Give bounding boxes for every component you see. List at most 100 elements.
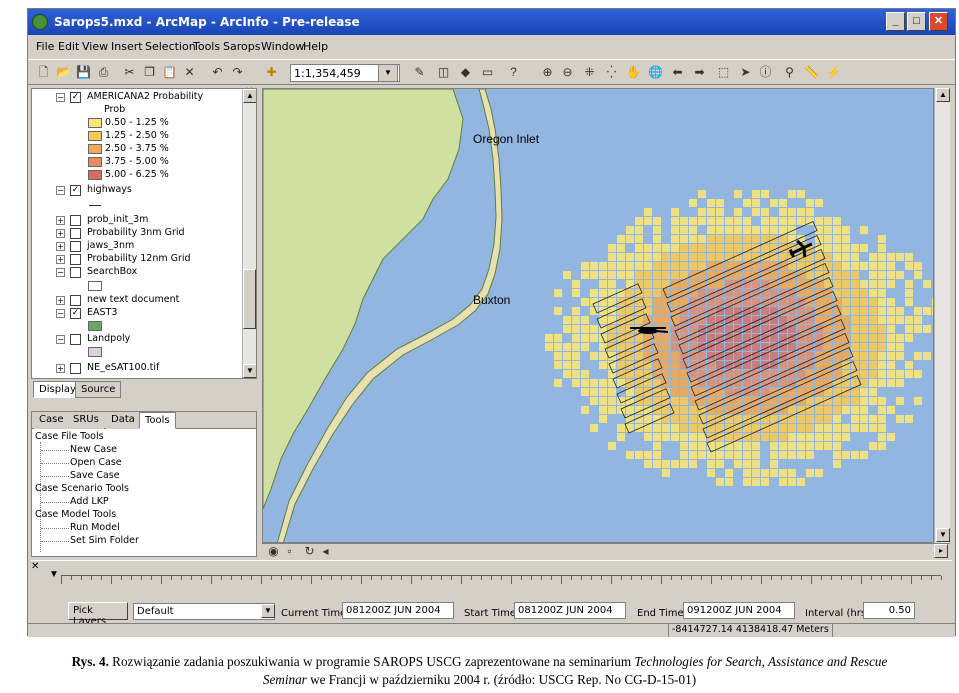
close-button[interactable]: ✕ [929,12,948,31]
editor-icon[interactable]: ✎ [412,65,427,80]
save-icon[interactable]: 💾 [76,65,91,80]
hyperlink-icon[interactable]: ⚡ [826,65,841,80]
select-elements-icon[interactable]: ⬚ [716,65,731,80]
paste-icon[interactable]: 📋 [162,65,177,80]
collapse-icon[interactable]: − [56,309,65,318]
maximize-button[interactable]: □ [907,12,926,31]
fixed-zoom-out-icon[interactable]: ⁛ [604,65,619,80]
whats-this-icon[interactable]: ? [506,65,521,80]
copy-icon[interactable]: ❐ [142,65,157,80]
tree-item-set-sim-folder[interactable]: Set Sim Folder [70,535,139,547]
timeline-close-icon[interactable]: ✕ [31,561,39,572]
tree-item-new-case[interactable]: New Case [70,444,117,456]
menu-file[interactable]: File [36,40,54,53]
add-data-icon[interactable]: ✚ [264,65,279,80]
scale-dropdown-icon[interactable]: ▼ [378,64,398,82]
timeline-handle-icon[interactable]: ▼ [49,569,59,580]
data-view-icon[interactable]: ◉ [266,544,281,559]
layer-set-dropdown-icon[interactable]: ▼ [261,604,275,618]
layer-checkbox[interactable] [70,215,81,226]
menu-view[interactable]: View [82,40,108,53]
pick-layers-button[interactable]: Pick Layers [68,602,128,627]
map-horizontal-scrollbar[interactable]: ◉ ▫ ↻ ◂ ▸ [262,543,950,559]
window-icon[interactable]: ▭ [480,65,495,80]
scroll-left-icon[interactable]: ◂ [318,544,333,559]
layer-checkbox[interactable] [70,241,81,252]
find-icon[interactable]: ⚲ [782,65,797,80]
expand-icon[interactable]: + [56,364,65,373]
minimize-button[interactable]: _ [886,12,905,31]
layer-checkbox[interactable]: ✓ [70,185,81,196]
cut-icon[interactable]: ✂ [122,65,137,80]
tree-group-case-model[interactable]: Case Model Tools [35,509,116,521]
full-extent-icon[interactable]: 🌐 [648,65,663,80]
time-slider-track[interactable] [61,575,942,585]
expand-icon[interactable]: + [56,296,65,305]
title-bar[interactable]: Sarops5.mxd - ArcMap - ArcInfo - Pre-rel… [28,9,955,35]
map-canvas[interactable]: Oregon Inlet Buxton [263,89,934,543]
tree-group-case-scenario[interactable]: Case Scenario Tools [35,483,129,495]
tab-source[interactable]: Source [75,381,122,398]
tab-tools[interactable]: Tools [139,412,176,429]
layer-checkbox[interactable] [70,363,81,374]
layer-checkbox[interactable] [70,267,81,278]
tree-item-save-case[interactable]: Save Case [70,470,120,482]
delete-icon[interactable]: ✕ [182,65,197,80]
scroll-down-icon[interactable]: ▼ [936,528,950,542]
collapse-icon[interactable]: − [56,268,65,277]
menu-tools[interactable]: Tools [193,40,220,53]
print-icon[interactable]: ⎙ [96,65,111,80]
scroll-up-icon[interactable]: ▲ [243,89,256,103]
select-icon[interactable]: ➤ [738,65,753,80]
expand-icon[interactable]: + [56,242,65,251]
menu-help[interactable]: Help [303,40,328,53]
layer-checkbox[interactable]: ✓ [70,92,81,103]
back-icon[interactable]: ⬅ [670,65,685,80]
tree-item-run-model[interactable]: Run Model [70,522,120,534]
measure-icon[interactable]: 📏 [804,65,819,80]
interval-field[interactable]: 0.50 [863,602,915,619]
time-slider-panel[interactable]: ✕ ▼ [31,560,952,596]
layer-checkbox[interactable] [70,334,81,345]
fixed-zoom-in-icon[interactable]: ⁜ [582,65,597,80]
redo-icon[interactable]: ↷ [230,65,245,80]
tree-item-add-lkp[interactable]: Add LKP [70,496,109,508]
tab-case[interactable]: Case [34,412,69,429]
toc-scrollbar[interactable]: ▲ ▼ [242,89,256,378]
menu-selection[interactable]: Selection [145,40,196,53]
undo-icon[interactable]: ↶ [210,65,225,80]
menu-window[interactable]: Window [261,40,304,53]
scroll-thumb[interactable] [243,269,256,329]
menu-edit[interactable]: Edit [58,40,79,53]
collapse-icon[interactable]: − [56,186,65,195]
collapse-icon[interactable]: − [56,335,65,344]
zoom-in-icon[interactable]: ⊕ [540,65,555,80]
menu-insert[interactable]: Insert [111,40,143,53]
identify-icon[interactable]: ⓘ [758,65,773,80]
layer-checkbox[interactable] [70,254,81,265]
layer-checkbox[interactable] [70,228,81,239]
tree-item-open-case[interactable]: Open Case [70,457,122,469]
start-time-field[interactable]: 081200Z JUN 2004 [514,602,626,619]
layer-set-select[interactable]: Default [133,603,275,620]
scroll-up-icon[interactable]: ▲ [936,88,950,102]
end-time-field[interactable]: 091200Z JUN 2004 [683,602,795,619]
zoom-out-icon[interactable]: ⊖ [560,65,575,80]
map-view[interactable]: Oregon Inlet Buxton [262,88,934,543]
tab-srus[interactable]: SRUs [68,412,104,429]
current-time-field[interactable]: 081200Z JUN 2004 [342,602,454,619]
layer-checkbox[interactable] [70,295,81,306]
scroll-right-icon[interactable]: ▸ [934,544,948,558]
expand-icon[interactable]: + [56,229,65,238]
forward-icon[interactable]: ➡ [692,65,707,80]
layout-view-icon[interactable]: ▫ [282,544,297,559]
layer-checkbox[interactable]: ✓ [70,308,81,319]
layout-icon[interactable]: ◫ [436,65,451,80]
expand-icon[interactable]: + [56,255,65,264]
menu-sarops[interactable]: Sarops [223,40,260,53]
pan-icon[interactable]: ✋ [626,65,641,80]
refresh-icon[interactable]: ↻ [302,544,317,559]
open-icon[interactable]: 📂 [56,65,71,80]
arctoolbox-icon[interactable]: ◆ [458,65,473,80]
new-icon[interactable]: 🗋 [36,65,51,80]
